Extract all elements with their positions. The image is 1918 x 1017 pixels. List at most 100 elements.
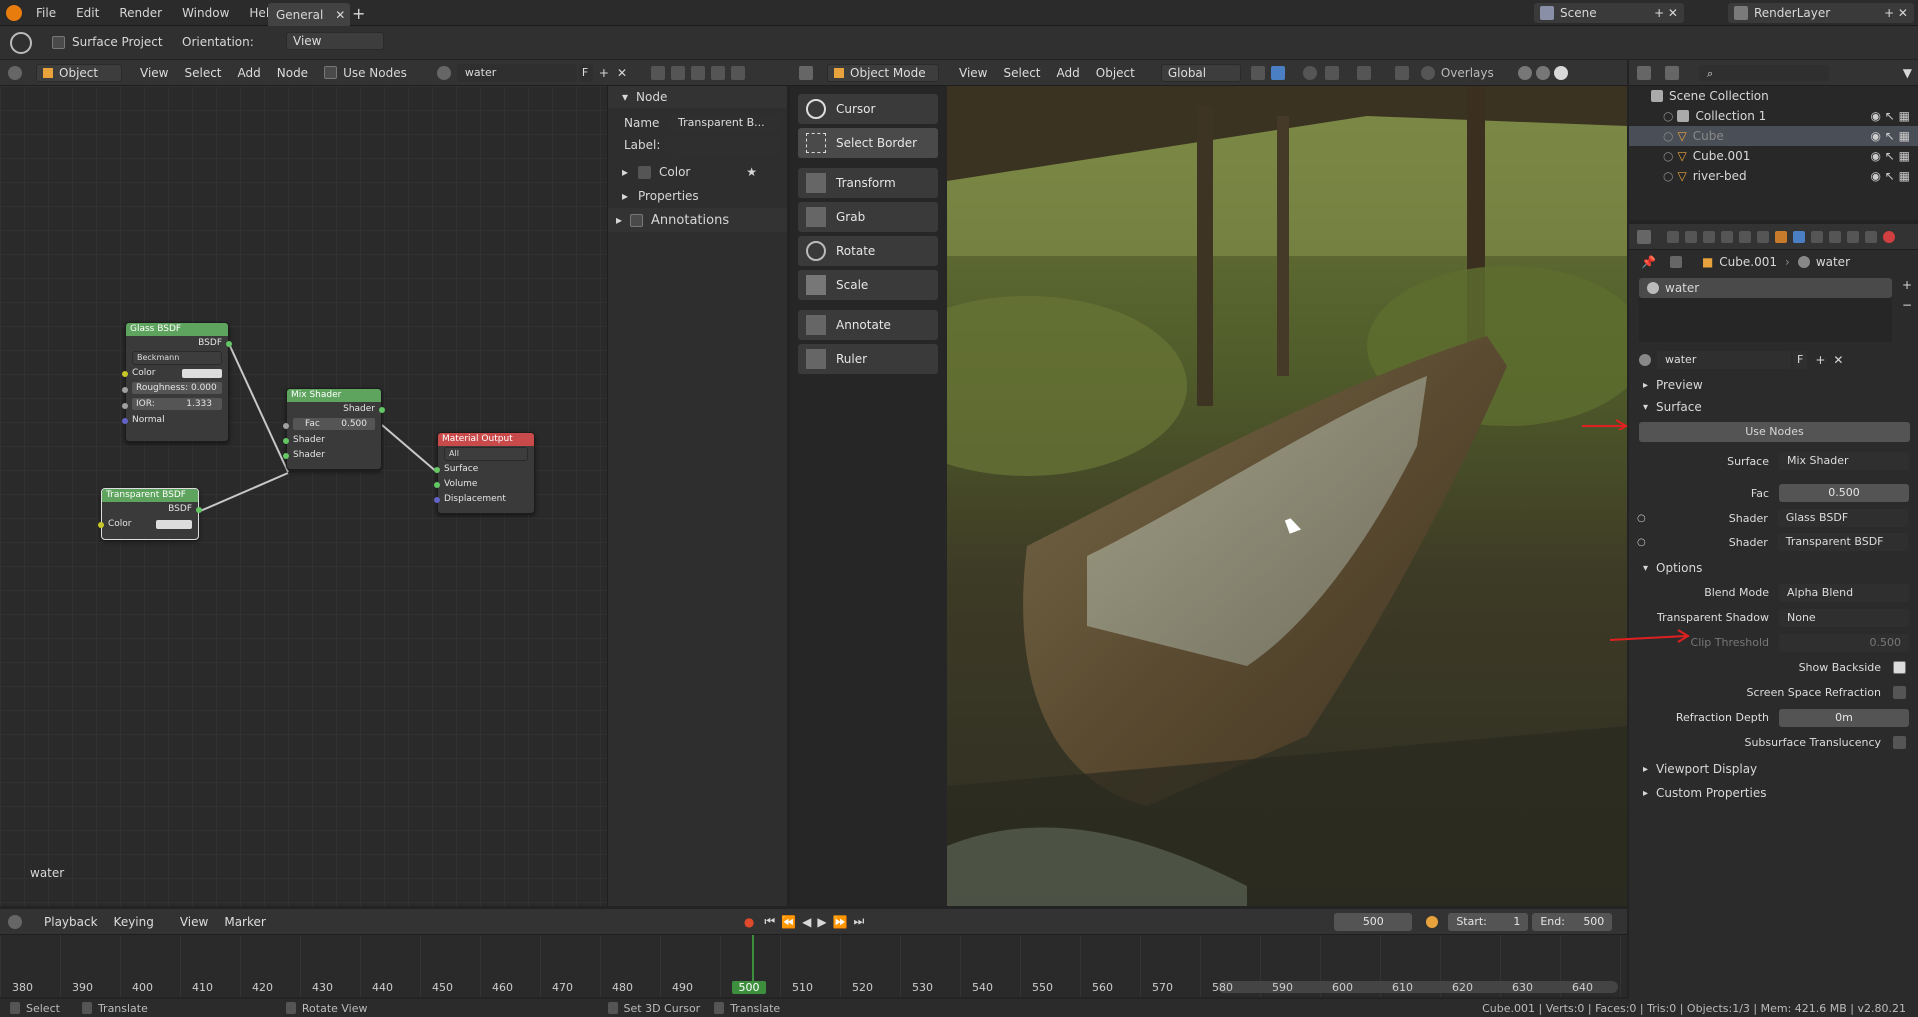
node-color-checkbox[interactable] bbox=[638, 165, 652, 179]
node-panel-header[interactable]: ▾ Node bbox=[608, 86, 787, 108]
remove-slot-icon[interactable]: − bbox=[1902, 298, 1912, 312]
mix-shader-node[interactable]: Mix Shader Shader Fac 0.500 Shader Shader bbox=[283, 388, 385, 470]
unlink-material-icon[interactable]: ✕ bbox=[1833, 353, 1843, 367]
viewport-display-panel[interactable]: ▸ Viewport Display bbox=[1629, 757, 1918, 781]
start-frame-field[interactable]: Start: 1 bbox=[1448, 912, 1529, 931]
pin-icon[interactable]: 📌 bbox=[1641, 255, 1656, 269]
tab-particles-icon[interactable] bbox=[1811, 230, 1823, 243]
close-icon[interactable]: ✕ bbox=[335, 8, 345, 22]
glass-roughness-row[interactable]: Roughness: 0.000 bbox=[122, 382, 228, 397]
outliner-editor-type-icon[interactable] bbox=[1637, 65, 1651, 80]
shader-type-dropdown[interactable]: Object bbox=[36, 63, 122, 82]
node-editor-canvas[interactable]: Glass BSDF BSDF Beckmann Color Roughness… bbox=[0, 86, 607, 906]
tool-scale[interactable]: Scale bbox=[798, 270, 938, 300]
ssr-checkbox[interactable] bbox=[1893, 686, 1906, 699]
scene-selector[interactable]: Scene + ✕ bbox=[1534, 3, 1684, 23]
vp-menu-add[interactable]: Add bbox=[1049, 66, 1088, 80]
node-label-field[interactable] bbox=[670, 136, 780, 154]
tab-general[interactable]: General ✕ bbox=[268, 3, 350, 26]
tool-select-border[interactable]: Select Border bbox=[798, 128, 938, 158]
properties-editor-type-icon[interactable] bbox=[1637, 229, 1651, 244]
annotations-checkbox[interactable] bbox=[630, 213, 644, 227]
surface-shader-dropdown[interactable]: Mix Shader bbox=[1779, 452, 1909, 470]
transparent-shadow-dropdown[interactable]: None bbox=[1779, 608, 1909, 627]
tool-annotate[interactable]: Annotate bbox=[798, 310, 938, 340]
transparent-color-swatch[interactable] bbox=[156, 520, 192, 529]
end-frame-field[interactable]: End: 500 bbox=[1532, 912, 1613, 931]
snap-mode-icon[interactable] bbox=[711, 65, 726, 80]
unlink-material-icon[interactable]: ✕ bbox=[617, 66, 627, 80]
outliner-item-collection1[interactable]: ○ Collection 1 ◉ ↖ ▦ bbox=[1629, 106, 1918, 126]
clip-threshold-field[interactable]: 0.500 bbox=[1779, 633, 1909, 652]
add-slot-icon[interactable]: + bbox=[1902, 278, 1912, 292]
falloff-icon[interactable] bbox=[1324, 65, 1339, 80]
glass-bsdf-node[interactable]: Glass BSDF BSDF Beckmann Color Roughness… bbox=[122, 322, 232, 442]
tab-view-layer-icon[interactable] bbox=[1721, 230, 1733, 243]
current-frame-field[interactable]: 500 bbox=[1334, 912, 1413, 931]
glass-roughness-field[interactable]: Roughness: 0.000 bbox=[132, 382, 222, 394]
record-icon[interactable]: ● bbox=[744, 915, 754, 929]
surface-project-checkbox[interactable] bbox=[52, 36, 65, 49]
transparent-bsdf-node[interactable]: Transparent BSDF BSDF Color bbox=[98, 488, 202, 540]
material-output-node[interactable]: Material Output All Surface Volume Displ… bbox=[434, 432, 535, 514]
tl-menu-keying[interactable]: Keying bbox=[106, 915, 162, 929]
shading-rendered-icon[interactable] bbox=[1553, 65, 1568, 80]
glass-ior-row[interactable]: IOR: 1.333 bbox=[122, 398, 228, 413]
options-panel[interactable]: ▾ Options bbox=[1629, 556, 1918, 580]
tl-menu-view[interactable]: View bbox=[172, 915, 216, 929]
mix-output-socket[interactable] bbox=[379, 407, 385, 413]
vp-menu-view[interactable]: View bbox=[951, 66, 995, 80]
outliner-scene-collection[interactable]: Scene Collection bbox=[1629, 86, 1918, 106]
transparent-output-socket[interactable] bbox=[196, 507, 202, 513]
tool-rotate[interactable]: Rotate bbox=[798, 236, 938, 266]
glass-output-socket[interactable] bbox=[226, 341, 232, 347]
add-workspace-icon[interactable]: + bbox=[352, 4, 365, 23]
tab-output-icon[interactable] bbox=[1703, 230, 1715, 243]
proportional-edit-icon[interactable] bbox=[1302, 65, 1317, 80]
surface-panel[interactable]: ▾ Surface bbox=[1629, 396, 1918, 418]
menu-edit[interactable]: Edit bbox=[66, 6, 109, 20]
shader1-dropdown[interactable]: Glass BSDF bbox=[1777, 509, 1908, 527]
new-material-icon[interactable]: + bbox=[599, 66, 609, 80]
material-fake-user-button[interactable]: F bbox=[1793, 351, 1808, 369]
ne-menu-add[interactable]: Add bbox=[230, 66, 269, 80]
tab-constraints-icon[interactable] bbox=[1847, 230, 1859, 243]
glass-color-swatch[interactable] bbox=[182, 369, 222, 378]
preview-panel[interactable]: ▸ Preview bbox=[1629, 374, 1918, 396]
material-name-field[interactable]: water bbox=[456, 63, 577, 82]
visibility-icon[interactable] bbox=[1356, 65, 1371, 80]
refraction-depth-field[interactable]: 0m bbox=[1779, 708, 1909, 727]
jump-start-icon[interactable]: ⏮ bbox=[764, 914, 775, 929]
play-reverse-icon[interactable]: ◀ bbox=[802, 915, 811, 929]
outliner-item-cube[interactable]: ○ ▽ Cube ◉ ↖ ▦ bbox=[1629, 126, 1918, 146]
overlays-label[interactable]: Overlays bbox=[1441, 66, 1494, 80]
outliner-search-input[interactable]: ⌕ bbox=[1699, 64, 1829, 81]
new-material-icon[interactable]: + bbox=[1815, 353, 1825, 367]
next-keyframe-icon[interactable]: ⏩ bbox=[833, 915, 848, 929]
tab-render-icon[interactable] bbox=[1685, 230, 1697, 243]
vp-menu-object[interactable]: Object bbox=[1088, 66, 1143, 80]
vp-menu-select[interactable]: Select bbox=[995, 66, 1048, 80]
mode-dropdown[interactable]: Object Mode bbox=[827, 63, 939, 82]
snap-toggle-icon[interactable] bbox=[1250, 65, 1265, 80]
outliner-item-cube001[interactable]: ○ ▽ Cube.001 ◉ ↖ ▦ bbox=[1629, 146, 1918, 166]
overlays-icon[interactable] bbox=[1420, 65, 1435, 80]
pin-icon[interactable] bbox=[651, 65, 666, 80]
shading-material-icon[interactable] bbox=[1535, 65, 1550, 80]
viewport-editor-type-icon[interactable] bbox=[799, 65, 813, 80]
star-icon[interactable]: ★ bbox=[746, 165, 757, 179]
glass-distribution-dropdown[interactable]: Beckmann bbox=[132, 351, 222, 365]
snap-increment-icon[interactable] bbox=[1270, 65, 1285, 80]
preview-range-icon[interactable] bbox=[1426, 915, 1439, 928]
tool-cursor[interactable]: Cursor bbox=[798, 94, 938, 124]
backdrop-icon[interactable] bbox=[731, 65, 746, 80]
use-nodes-button[interactable]: Use Nodes bbox=[1639, 422, 1910, 442]
parent-node-icon[interactable] bbox=[671, 65, 686, 80]
ne-menu-node[interactable]: Node bbox=[269, 66, 316, 80]
node-properties-panel[interactable]: ▸ Properties bbox=[608, 184, 787, 208]
tool-ruler[interactable]: Ruler bbox=[798, 344, 938, 374]
filter-icon[interactable]: ▼ bbox=[1903, 66, 1912, 80]
tab-modifiers-icon[interactable] bbox=[1793, 230, 1805, 243]
mix-fac-row[interactable]: Fac 0.500 bbox=[283, 418, 381, 433]
cursor-tool-icon[interactable] bbox=[10, 32, 32, 54]
